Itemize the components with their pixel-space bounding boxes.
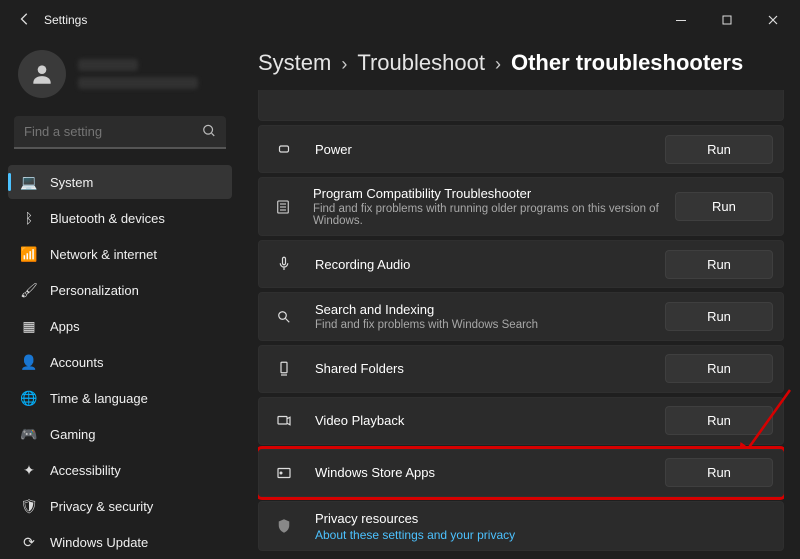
sidebar-item-gaming[interactable]: 🎮 Gaming	[8, 417, 232, 451]
sidebar-icon: ⟳	[20, 534, 38, 551]
troubleshooter-text: Search and Indexing Find and fix problems…	[315, 302, 538, 331]
sidebar-item-label: Time & language	[50, 391, 148, 406]
troubleshooter-card-partial: Run	[258, 90, 784, 121]
chevron-right-icon: ›	[341, 54, 347, 75]
main-panel: System › Troubleshoot › Other troublesho…	[240, 40, 800, 559]
sidebar-item-label: Personalization	[50, 283, 139, 298]
troubleshooter-text: Video Playback	[315, 413, 404, 428]
troubleshooter-title: Video Playback	[315, 413, 404, 428]
sidebar-item-label: Gaming	[50, 427, 96, 442]
troubleshooter-icon	[273, 140, 295, 158]
sidebar-item-personalization[interactable]: 🖌 Personalization	[8, 273, 232, 307]
sidebar-item-network-internet[interactable]: 📶 Network & internet	[8, 237, 232, 271]
minimize-button[interactable]	[658, 0, 704, 40]
troubleshooter-card[interactable]: Search and Indexing Find and fix problems…	[258, 292, 784, 340]
sidebar: 💻 System ᛒ Bluetooth & devices 📶 Network & in…	[0, 40, 240, 559]
maximize-button[interactable]	[704, 0, 750, 40]
sidebar-item-label: Bluetooth & devices	[50, 211, 165, 226]
footer-link[interactable]: About these settings and your privacy	[315, 528, 515, 542]
sidebar-item-label: Network & internet	[50, 247, 157, 262]
sidebar-icon: 🎮	[20, 426, 38, 443]
breadcrumb-system[interactable]: System	[258, 50, 331, 76]
breadcrumb-troubleshoot[interactable]: Troubleshoot	[357, 50, 485, 76]
sidebar-item-bluetooth-devices[interactable]: ᛒ Bluetooth & devices	[8, 201, 232, 235]
chevron-right-icon: ›	[495, 54, 501, 75]
profile-block[interactable]	[8, 44, 232, 110]
run-button[interactable]: Run	[665, 406, 773, 435]
run-button[interactable]: Run	[665, 250, 773, 279]
avatar	[18, 50, 66, 98]
sidebar-item-accounts[interactable]: 👤 Accounts	[8, 345, 232, 379]
troubleshooter-icon	[273, 360, 295, 378]
search-icon	[202, 123, 216, 140]
troubleshooter-card[interactable]: Program Compatibility Troubleshooter Find…	[258, 177, 784, 236]
sidebar-icon: 💻	[20, 174, 38, 191]
footer-title: Privacy resources	[315, 511, 515, 526]
troubleshooter-card[interactable]: Video Playback Run	[258, 397, 784, 445]
troubleshooter-text: Windows Store Apps	[315, 465, 435, 480]
sidebar-item-time-language[interactable]: 🌐 Time & language	[8, 381, 232, 415]
sidebar-item-system[interactable]: 💻 System	[8, 165, 232, 199]
run-button[interactable]: Run	[665, 135, 773, 164]
troubleshooter-title: Shared Folders	[315, 361, 404, 376]
search-input[interactable]	[14, 116, 226, 149]
footer-text: Privacy resources About these settings an…	[315, 511, 515, 542]
sidebar-item-privacy-security[interactable]: 🛡 Privacy & security	[8, 489, 232, 523]
sidebar-icon: ᛒ	[20, 210, 38, 226]
sidebar-icon: 🛡	[20, 498, 38, 515]
sidebar-nav: 💻 System ᛒ Bluetooth & devices 📶 Network & in…	[8, 165, 232, 559]
breadcrumb-current: Other troubleshooters	[511, 50, 743, 76]
troubleshooter-icon	[273, 198, 293, 216]
troubleshooter-title: Recording Audio	[315, 257, 410, 272]
troubleshooter-text: Program Compatibility Troubleshooter Find…	[313, 186, 675, 227]
troubleshooter-text: Recording Audio	[315, 257, 410, 272]
sidebar-item-label: Privacy & security	[50, 499, 153, 514]
sidebar-icon: ✦	[20, 462, 38, 479]
troubleshooter-title: Search and Indexing	[315, 302, 538, 317]
back-icon[interactable]	[18, 12, 32, 29]
troubleshooter-title: Windows Store Apps	[315, 465, 435, 480]
sidebar-item-accessibility[interactable]: ✦ Accessibility	[8, 453, 232, 487]
troubleshooter-icon	[273, 464, 295, 482]
troubleshooter-desc: Find and fix problems with running older…	[313, 203, 675, 227]
sidebar-item-label: Windows Update	[50, 535, 148, 550]
sidebar-icon: 👤	[20, 354, 38, 371]
sidebar-item-label: Accounts	[50, 355, 103, 370]
sidebar-item-windows-update[interactable]: ⟳ Windows Update	[8, 525, 232, 559]
troubleshooter-title: Program Compatibility Troubleshooter	[313, 186, 675, 201]
window-title: Settings	[44, 13, 87, 27]
breadcrumb: System › Troubleshoot › Other troublesho…	[258, 40, 784, 90]
troubleshooter-icon	[273, 308, 295, 326]
profile-name	[78, 59, 198, 89]
troubleshooter-card[interactable]: Recording Audio Run	[258, 240, 784, 288]
sidebar-item-label: Accessibility	[50, 463, 121, 478]
run-button[interactable]: Run	[665, 458, 773, 487]
sidebar-icon: ▦	[20, 318, 38, 335]
shield-icon	[273, 517, 295, 535]
close-button[interactable]	[750, 0, 796, 40]
troubleshooter-icon	[273, 412, 295, 430]
run-button[interactable]: Run	[675, 192, 773, 221]
sidebar-item-label: System	[50, 175, 93, 190]
troubleshooter-text: Power	[315, 142, 352, 157]
troubleshooter-title: Power	[315, 142, 352, 157]
run-button[interactable]: Run	[665, 302, 773, 331]
sidebar-icon: 🌐	[20, 390, 38, 407]
run-button[interactable]: Run	[665, 354, 773, 383]
sidebar-item-apps[interactable]: ▦ Apps	[8, 309, 232, 343]
troubleshooter-icon	[273, 255, 295, 273]
troubleshooter-text: Shared Folders	[315, 361, 404, 376]
troubleshooter-desc: Find and fix problems with Windows Searc…	[315, 319, 538, 331]
sidebar-icon: 📶	[20, 246, 38, 263]
troubleshooter-card[interactable]: Shared Folders Run	[258, 345, 784, 393]
troubleshooter-card[interactable]: Windows Store Apps Run	[258, 449, 784, 497]
troubleshooter-list: Run PowerRunProgram Compatibility Troubl…	[258, 90, 784, 551]
titlebar: Settings	[0, 0, 800, 40]
privacy-resources-card[interactable]: Privacy resources About these settings an…	[258, 501, 784, 551]
sidebar-icon: 🖌	[20, 282, 38, 299]
search-box[interactable]	[14, 116, 226, 149]
sidebar-item-label: Apps	[50, 319, 80, 334]
troubleshooter-card[interactable]: Power Run	[258, 125, 784, 173]
